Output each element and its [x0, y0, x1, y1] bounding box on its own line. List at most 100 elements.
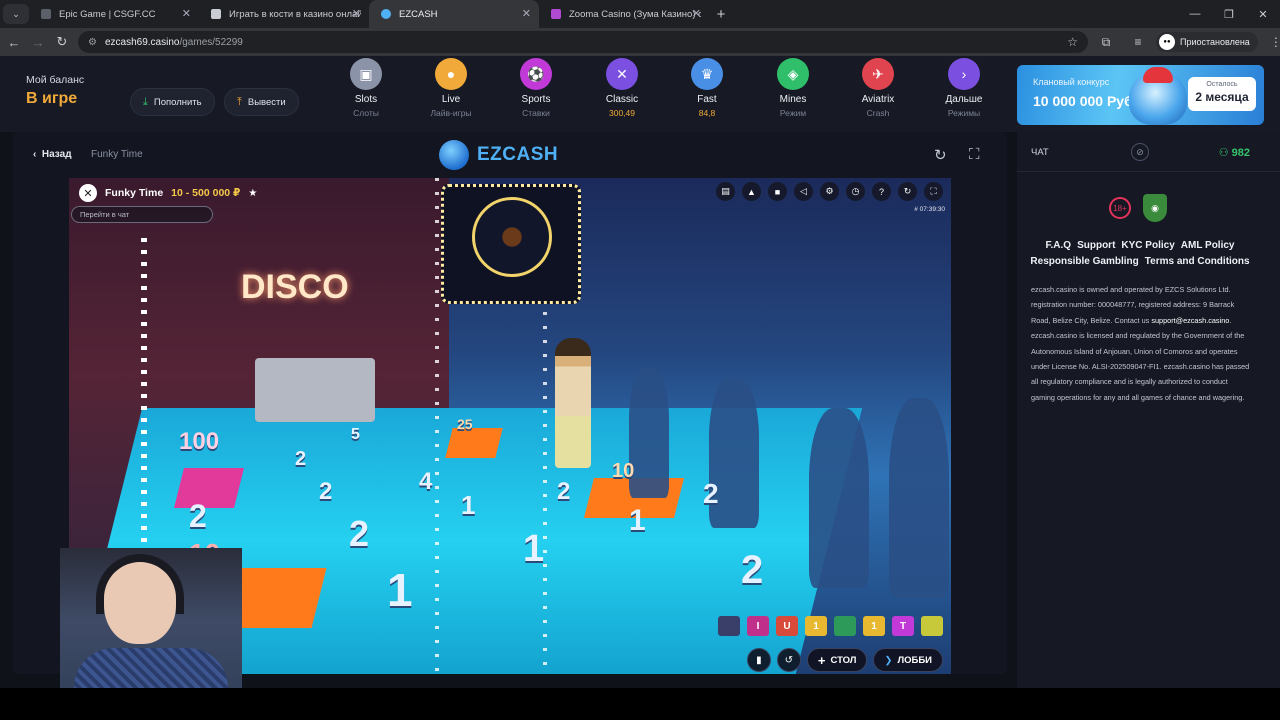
footer-link[interactable]: Terms and Conditions — [1145, 256, 1250, 267]
nav-sublabel: Ставки — [522, 108, 550, 118]
nav-sublabel: Лайв-игры — [430, 108, 472, 118]
nav-sublabel: 84,8 — [698, 108, 716, 118]
withdraw-button[interactable]: ⤒ Вывести — [224, 88, 299, 116]
browser-tab-4[interactable]: Zooma Casino (Зума Казино) о ✕ — [539, 0, 709, 28]
close-icon[interactable]: ✕ — [352, 7, 361, 20]
result-segment: T — [892, 616, 914, 636]
nav-live[interactable]: ● Live Лайв-игры — [416, 58, 486, 118]
scene-number: 2 — [189, 498, 207, 534]
scene-lights — [141, 238, 147, 598]
lobby-button[interactable]: ❯ ЛОББИ — [873, 648, 943, 672]
footer-link[interactable]: Support — [1077, 240, 1115, 251]
repeat-icon[interactable]: ↺ — [776, 648, 801, 672]
history-icon[interactable]: ◷ — [846, 182, 865, 201]
tab-favicon-3 — [381, 9, 391, 19]
legal-text: ezcash.casino is owned and operated by E… — [1031, 282, 1253, 405]
favorite-star-icon[interactable]: ★ — [248, 188, 257, 199]
nav-label: Mines — [779, 94, 807, 105]
result-segment: I — [747, 616, 769, 636]
online-counter: ⚇ 982 — [1219, 146, 1250, 159]
footer-link[interactable]: F.A.Q — [1046, 240, 1072, 251]
withdraw-label: Вывести — [247, 96, 286, 108]
result-segment — [921, 616, 943, 636]
browser-tab-1[interactable]: Epic Game | CSGF.CC ✕ — [29, 0, 199, 28]
tab-title: Epic Game | CSGF.CC — [59, 8, 156, 20]
scene-number: 2 — [349, 513, 370, 554]
url-input[interactable]: ⚙ ezcash69.casino /games/52299 ☆ — [78, 31, 1088, 53]
ezcash-logo[interactable]: EZCASH — [439, 140, 558, 170]
upload-icon: ⤒ — [237, 95, 242, 108]
new-tab-button[interactable]: + — [709, 6, 733, 23]
extensions-icon[interactable]: ⧉ — [1092, 35, 1120, 50]
nav-classic[interactable]: ✕ Classic 300,49 — [587, 58, 657, 118]
restore-icon[interactable]: ❐ — [1212, 8, 1246, 21]
nav-category-icon: ◈ — [777, 58, 809, 90]
result-segment: 1 — [863, 616, 885, 636]
plus-icon: + — [817, 652, 826, 668]
browser-tab-3[interactable]: EZCASH ✕ — [369, 0, 539, 28]
license-shield-icon[interactable]: ◉ — [1143, 194, 1167, 222]
nav-aviatrix[interactable]: ✈ Aviatrix Crash — [843, 58, 913, 118]
minimize-icon[interactable]: — — [1178, 8, 1212, 20]
profile-button[interactable]: ●● Приостановлена — [1156, 32, 1258, 52]
stats-icon[interactable]: ▮ — [746, 648, 771, 672]
nav-дальше[interactable]: › Дальше Режимы — [929, 58, 999, 118]
help-icon[interactable]: ? — [872, 182, 891, 201]
nav-mines[interactable]: ◈ Mines Режим — [758, 58, 828, 118]
scene-dancer — [809, 408, 869, 588]
bookmark-star-icon[interactable]: ☆ — [1067, 35, 1078, 49]
forward-icon[interactable]: → — [26, 35, 50, 50]
video-game-title: Funky Time — [105, 187, 164, 199]
footer-link[interactable]: KYC Policy — [1121, 240, 1174, 251]
warning-icon[interactable]: ▲ — [742, 182, 761, 201]
window-controls: — ❐ ✕ — [1178, 0, 1280, 28]
profile-label: Приостановлена — [1180, 37, 1250, 47]
bottom-strip — [0, 688, 1280, 720]
tab-search-button[interactable]: ⌄ — [3, 4, 29, 24]
footer-link[interactable]: AML Policy — [1181, 240, 1235, 251]
right-sidebar: ЧАТ ⊘ ⚇ 982 18+ ◉ F.A.Q Support KYC Policy… — [1017, 132, 1280, 688]
eye-off-icon[interactable]: ⊘ — [1131, 143, 1149, 161]
fullscreen-icon[interactable]: ⛶ — [969, 146, 980, 163]
nav-category-icon: ▣ — [350, 58, 382, 90]
mute-icon[interactable]: ◁ — [794, 182, 813, 201]
settings-icon[interactable]: ⚙ — [820, 182, 839, 201]
site-info-icon[interactable]: ⚙ — [88, 37, 97, 48]
headphones — [96, 554, 184, 614]
back-button[interactable]: ‹ Назад — [33, 149, 72, 160]
refresh-icon[interactable]: ↻ — [934, 146, 947, 164]
nav-sublabel: Режимы — [947, 108, 981, 118]
table-button[interactable]: + СТОЛ — [806, 648, 868, 672]
close-icon[interactable]: ✕ — [182, 7, 191, 20]
scene-dancer — [629, 368, 669, 498]
promo-banner[interactable]: Клановый конкурс 10 000 000 Руб Осталось… — [1017, 65, 1264, 125]
nav-sports[interactable]: ⚽ Sports Ставки — [501, 58, 571, 118]
chat-icon[interactable]: ▤ — [716, 182, 735, 201]
goto-chat-input[interactable]: Перейти в чат — [71, 206, 213, 223]
nav-label: Classic — [605, 94, 639, 105]
nav-fast[interactable]: ♛ Fast 84,8 — [672, 58, 742, 118]
refresh-icon[interactable]: ↻ — [898, 182, 917, 201]
close-window-icon[interactable]: ✕ — [1246, 8, 1280, 21]
browser-tab-2[interactable]: Играть в кости в казино онлайн ✕ — [199, 0, 369, 28]
support-email-link[interactable]: support@ezcash.casino — [1151, 316, 1229, 325]
camera-icon[interactable]: ■ — [768, 182, 787, 201]
nav-label: Live — [441, 94, 461, 105]
scene-lights — [435, 178, 439, 674]
balance-title: Мой баланс — [26, 74, 85, 86]
nav-sublabel: Crash — [866, 108, 890, 118]
close-icon[interactable]: ✕ — [522, 7, 531, 20]
footer-link[interactable]: Responsible Gambling — [1030, 256, 1138, 267]
nav-slots[interactable]: ▣ Slots Слоты — [331, 58, 401, 118]
media-icon[interactable]: ≡ — [1124, 35, 1152, 49]
back-icon[interactable]: ← — [2, 35, 26, 50]
deposit-button[interactable]: ⤓ Пополнить — [130, 88, 215, 116]
nav-category-icon: ✕ — [606, 58, 638, 90]
result-segment — [718, 616, 740, 636]
close-icon[interactable]: ✕ — [692, 7, 701, 20]
fullscreen-icon[interactable]: ⛶ — [924, 182, 943, 201]
reload-icon[interactable]: ↻ — [50, 34, 74, 50]
menu-kebab-icon[interactable]: ⋮ — [1262, 35, 1280, 49]
tab-favicon-1 — [41, 9, 51, 19]
close-game-icon[interactable]: ✕ — [79, 184, 97, 202]
